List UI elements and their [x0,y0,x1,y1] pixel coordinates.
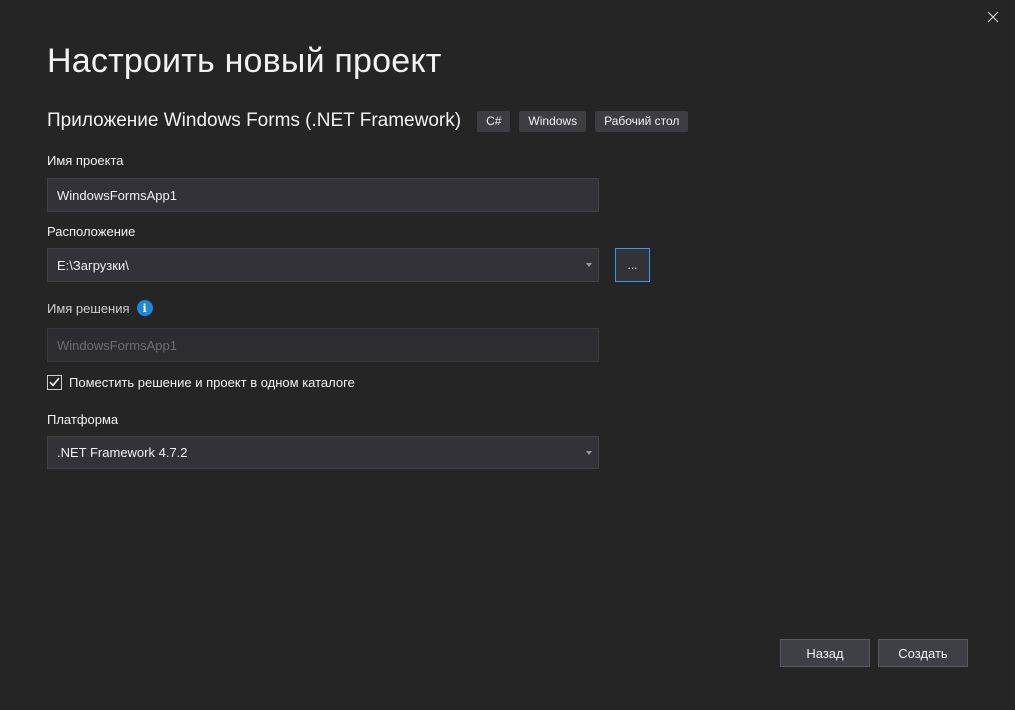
browse-button[interactable]: ... [615,248,650,282]
same-directory-checkbox[interactable] [47,374,62,390]
create-button[interactable]: Создать [878,639,968,667]
close-button[interactable] [982,6,1004,28]
template-info: Приложение Windows Forms (.NET Framework… [47,109,697,133]
same-directory-label: Поместить решение и проект в одном катал… [69,374,355,390]
solution-name-label: Имя решения [47,300,130,316]
configure-project-dialog: Настроить новый проект Приложение Window… [0,0,1015,710]
page-title: Настроить новый проект [47,42,442,80]
framework-value: .NET Framework 4.7.2 [57,445,188,460]
tag-project-type: Рабочий стол [595,110,689,132]
location-combobox[interactable]: E:\Загрузки\ [47,248,599,282]
location-value: E:\Загрузки\ [57,257,129,273]
framework-label: Платформа [47,412,119,427]
tag-platform: Windows [519,110,587,132]
framework-combobox[interactable]: .NET Framework 4.7.2 [47,436,599,469]
close-icon [987,11,999,23]
solution-name-placeholder: WindowsFormsApp1 [57,337,177,353]
solution-name-label-row: Имя решения i [47,300,153,316]
project-name-input[interactable]: WindowsFormsApp1 [47,178,599,212]
solution-name-input: WindowsFormsApp1 [47,328,599,362]
template-name: Приложение Windows Forms (.NET Framework… [47,110,462,131]
location-label: Расположение [47,224,136,239]
chevron-down-icon[interactable] [586,263,592,267]
same-directory-option[interactable]: Поместить решение и проект в одном катал… [47,374,355,390]
tag-language: C# [477,110,511,132]
checkmark-icon [49,377,60,387]
project-name-value: WindowsFormsApp1 [57,187,177,203]
back-button[interactable]: Назад [780,639,870,667]
chevron-down-icon[interactable] [586,450,592,455]
info-icon[interactable]: i [136,300,153,316]
project-name-label: Имя проекта [47,153,124,168]
